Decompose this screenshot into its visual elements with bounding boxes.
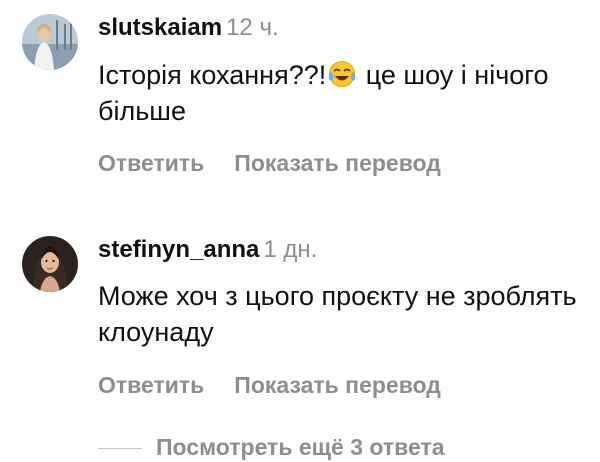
username[interactable]: stefinyn_anna: [98, 236, 259, 263]
replies-divider-line: [98, 448, 142, 450]
comment-header: stefinyn_anna 1 дн.: [98, 235, 317, 265]
comment-item: stefinyn_anna 1 дн. Може хоч з цього проє…: [0, 0, 600, 420]
avatar-photo: [22, 236, 78, 292]
comment-actions: Ответить Показать перевод: [98, 370, 441, 400]
reply-button[interactable]: Ответить: [98, 372, 204, 398]
show-translation-button[interactable]: Показать перевод: [234, 372, 441, 398]
comment-text: Може хоч з цього проєкту не зроблять кло…: [98, 281, 577, 347]
avatar[interactable]: [22, 236, 78, 292]
view-more-replies-label: Посмотреть ещё 3 ответа: [156, 434, 445, 460]
view-more-replies-button[interactable]: Посмотреть ещё 3 ответа: [98, 432, 445, 462]
timestamp[interactable]: 1 дн.: [263, 236, 317, 263]
